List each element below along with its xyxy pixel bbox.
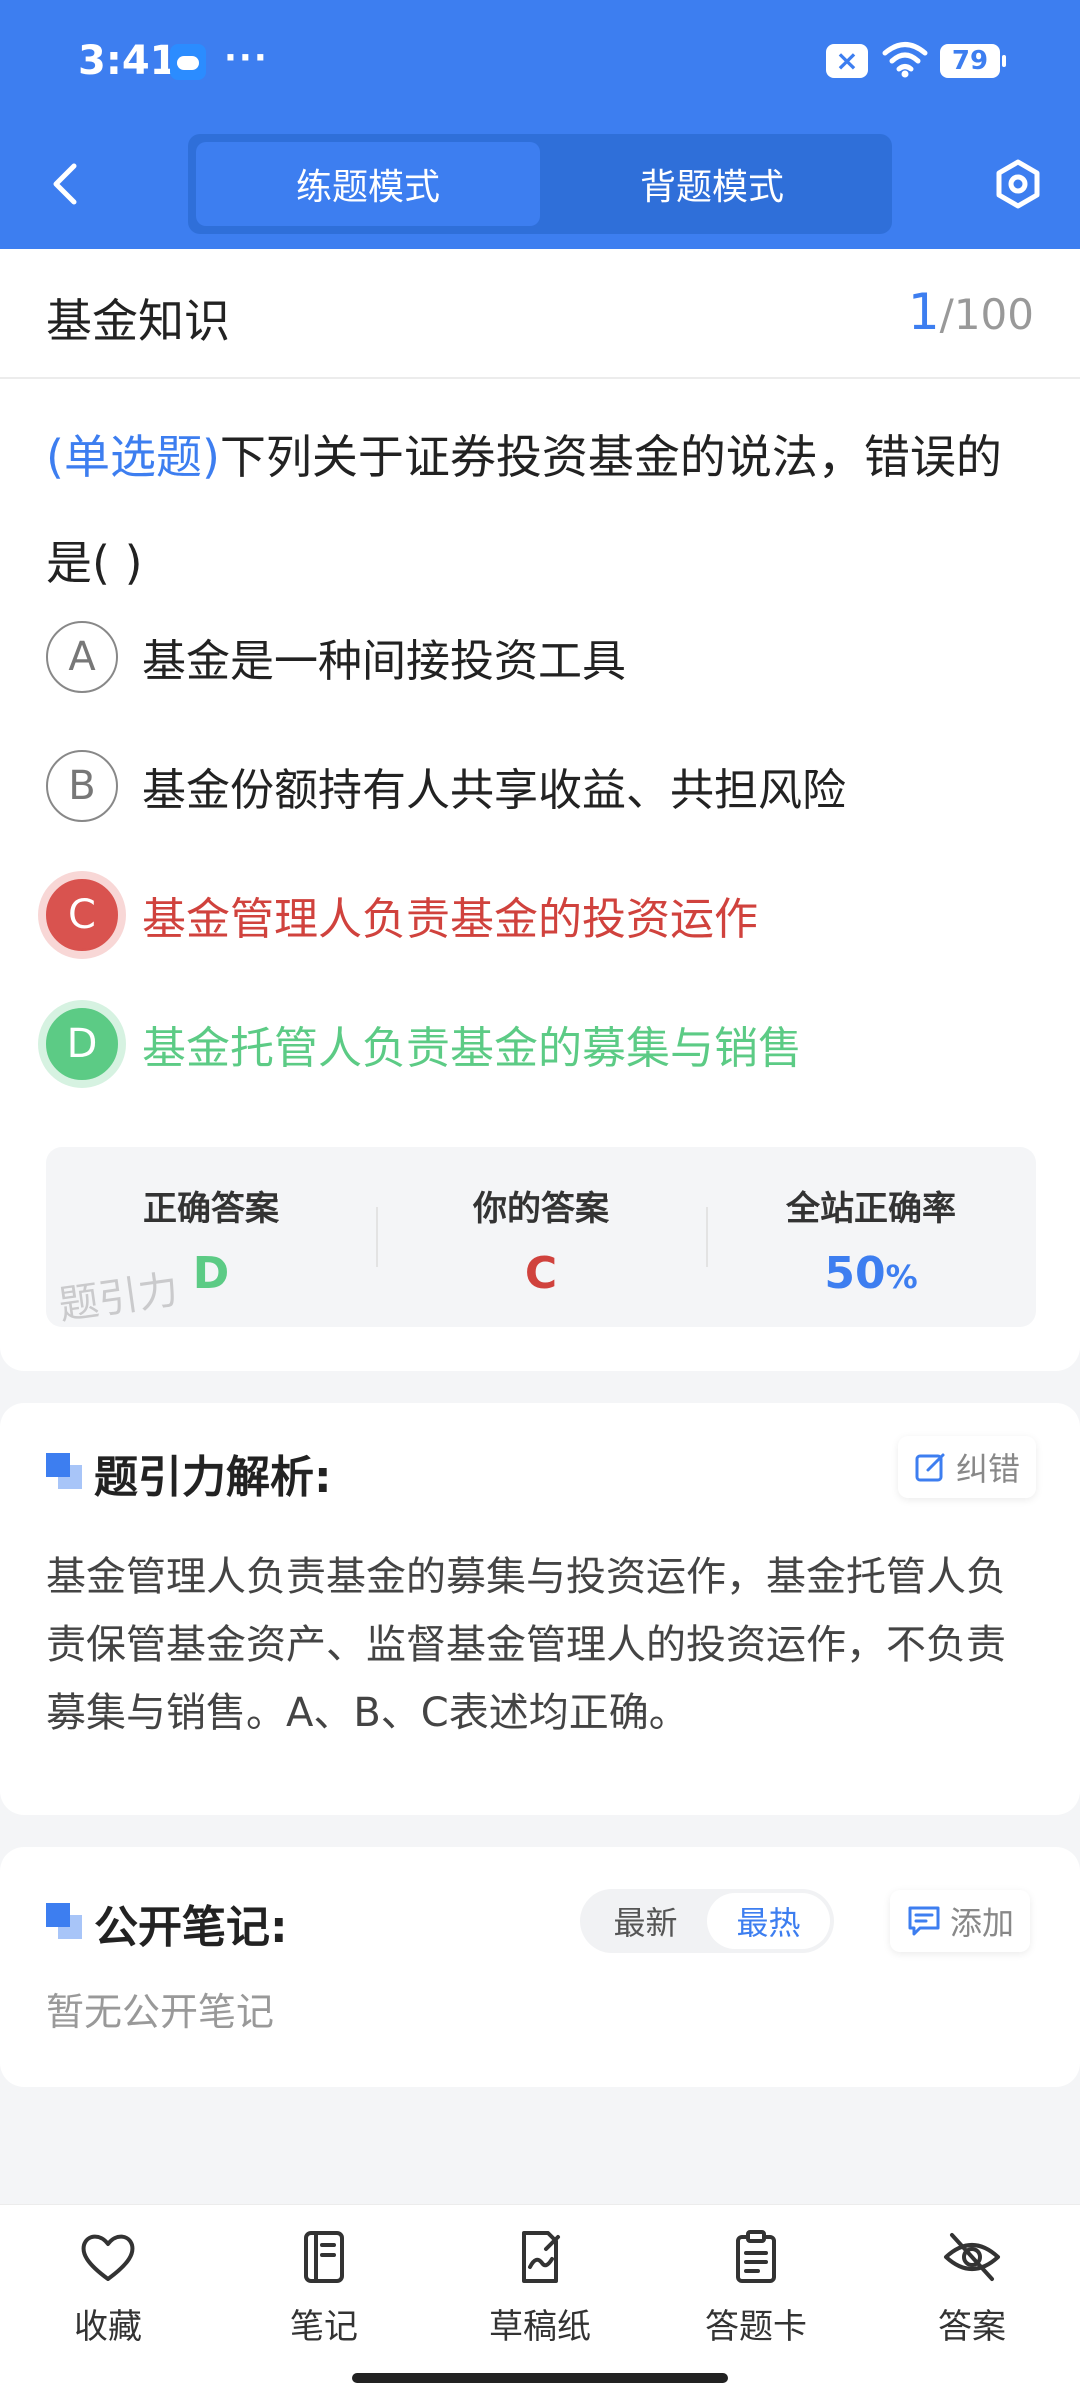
section-marker-icon	[46, 1903, 82, 1939]
option-a[interactable]: A 基金是一种间接投资工具	[46, 617, 1036, 697]
draft-icon	[522, 2231, 560, 2283]
accuracy-rate-label: 全站正确率	[786, 1189, 956, 1229]
your-answer-block: 你的答案 C	[376, 1147, 706, 1327]
option-letter: B	[46, 750, 118, 822]
top-nav: 练题模式 背题模式	[0, 130, 1080, 240]
section-marker-icon	[46, 1453, 82, 1489]
question-card: 基金知识 1/100 (单选题)下列关于证券投资基金的说法，错误的是( ) A …	[0, 249, 1080, 1371]
mode-switch: 练题模式 背题模式	[188, 134, 892, 234]
answer-result-panel: 正确答案 D 题引力 你的答案 C 全站正确率 50%	[46, 1147, 1036, 1329]
status-time: 3:41	[78, 38, 178, 84]
question-header: 基金知识 1/100	[0, 249, 1080, 379]
tab-memorize-mode[interactable]: 背题模式	[540, 142, 884, 226]
analysis-title: 题引力解析:	[94, 1452, 332, 1503]
option-letter: A	[46, 621, 118, 693]
correct-answer-block: 正确答案 D 题引力	[46, 1147, 376, 1329]
option-letter: C	[46, 879, 118, 951]
notebook-icon	[304, 2231, 344, 2283]
option-c[interactable]: C 基金管理人负责基金的投资运作	[46, 875, 1036, 955]
settings-hexagon-icon	[996, 159, 1040, 209]
favorite-label: 收藏	[74, 2307, 142, 2347]
accuracy-rate-block: 全站正确率 50%	[706, 1147, 1036, 1327]
notes-title: 公开笔记:	[94, 1902, 288, 1953]
total-questions: /100	[939, 290, 1034, 339]
accuracy-rate-number: 50	[824, 1248, 886, 1299]
show-answer-label: 答案	[938, 2307, 1006, 2347]
home-indicator[interactable]	[352, 2373, 728, 2383]
draft-paper-label: 草稿纸	[489, 2307, 591, 2347]
subject-title: 基金知识	[46, 294, 230, 348]
question-type: (单选题)	[46, 430, 220, 484]
heart-icon	[81, 2234, 135, 2281]
edit-icon	[915, 1453, 945, 1482]
accuracy-rate-unit: %	[885, 1258, 918, 1296]
option-d[interactable]: D 基金托管人负责基金的募集与销售	[46, 1004, 1036, 1084]
report-error-label: 纠错	[956, 1450, 1021, 1488]
option-letter: D	[46, 1008, 118, 1080]
question-counter: 1/100	[908, 283, 1034, 341]
option-text: 基金托管人负责基金的募集与销售	[142, 1023, 802, 1074]
option-text: 基金份额持有人共享收益、共担风险	[142, 765, 846, 816]
settings-button[interactable]	[990, 154, 1046, 214]
wifi-icon	[882, 40, 928, 82]
eye-off-icon	[944, 2233, 1000, 2281]
report-error-button[interactable]: 纠错	[898, 1436, 1037, 1498]
your-answer-label: 你的答案	[473, 1189, 609, 1229]
your-answer-value: C	[524, 1248, 558, 1299]
add-note-label: 添加	[950, 1904, 1015, 1942]
add-note-button[interactable]: 添加	[890, 1890, 1031, 1952]
notes-button[interactable]: 笔记	[249, 2229, 399, 2348]
analysis-card: 题引力解析: 纠错 基金管理人负责基金的募集与投资运作，基金托管人负责保管基金资…	[0, 1403, 1080, 1815]
accuracy-rate-value: 50%	[706, 1248, 1036, 1299]
sort-hottest[interactable]: 最热	[707, 1893, 830, 1949]
status-bar: 3:41 ··· × 79	[0, 0, 1080, 120]
answer-sheet-label: 答题卡	[705, 2307, 807, 2347]
notes-sort-toggle: 最新 最热	[580, 1889, 834, 1953]
chevron-left-icon	[53, 163, 77, 205]
no-sim-icon: ×	[826, 44, 868, 78]
comment-icon	[908, 1906, 940, 1936]
clipboard-icon	[736, 2230, 776, 2283]
bottom-toolbar: 收藏 笔记 草稿纸 答题卡 答案	[0, 2204, 1080, 2400]
more-notifications-icon: ···	[224, 38, 269, 78]
app-header: 3:41 ··· × 79 练题模式 背题模式	[0, 0, 1080, 249]
option-text: 基金管理人负责基金的投资运作	[142, 894, 758, 945]
show-answer-button[interactable]: 答案	[897, 2229, 1047, 2348]
analysis-text: 基金管理人负责基金的募集与投资运作，基金托管人负责保管基金资产、监督基金管理人的…	[46, 1554, 1006, 1736]
correct-answer-label: 正确答案	[143, 1189, 279, 1229]
tab-practice-mode[interactable]: 练题模式	[196, 142, 540, 226]
favorite-button[interactable]: 收藏	[33, 2229, 183, 2348]
battery-icon: 79	[940, 44, 1006, 78]
public-notes-card: 公开笔记: 最新 最热 添加 暂无公开笔记	[0, 1847, 1080, 2087]
notes-label: 笔记	[290, 2307, 358, 2347]
option-b[interactable]: B 基金份额持有人共享收益、共担风险	[46, 746, 1036, 826]
draft-paper-button[interactable]: 草稿纸	[465, 2229, 615, 2348]
current-question-number: 1	[907, 283, 940, 341]
question-text: (单选题)下列关于证券投资基金的说法，错误的是( )	[46, 404, 1036, 616]
sort-newest[interactable]: 最新	[584, 1893, 707, 1949]
option-text: 基金是一种间接投资工具	[142, 636, 626, 687]
back-button[interactable]	[42, 154, 92, 214]
weather-app-icon	[170, 44, 206, 80]
notes-empty-text: 暂无公开笔记	[46, 1990, 275, 2034]
answer-sheet-button[interactable]: 答题卡	[681, 2229, 831, 2348]
